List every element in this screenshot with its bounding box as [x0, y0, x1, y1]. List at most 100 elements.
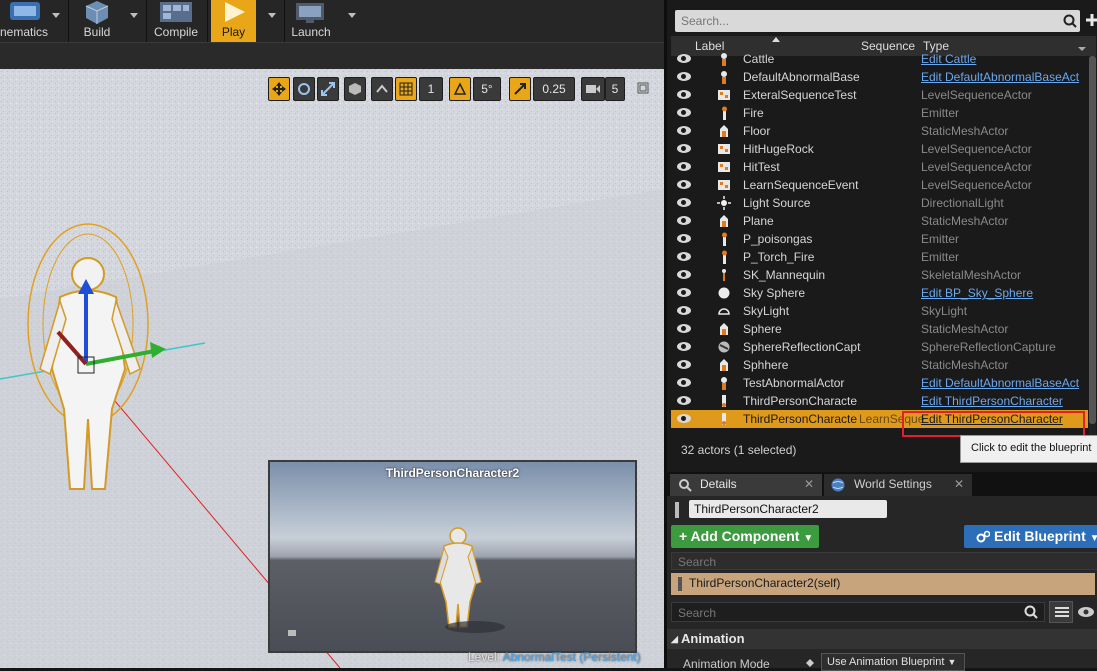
cinematics-dropdown-icon[interactable] [52, 13, 60, 18]
cinematics-button[interactable]: nematics [0, 0, 48, 42]
grid-snap-button[interactable] [395, 77, 417, 101]
actor-type: DirectionalLight [921, 196, 1004, 210]
outliner-scrollbar-thumb[interactable] [1089, 56, 1096, 424]
scale-mode-button[interactable] [317, 77, 339, 101]
visibility-eye-icon[interactable] [677, 378, 691, 387]
visibility-eye-icon[interactable] [677, 162, 691, 171]
level-viewport[interactable]: 1 5° 0.25 5 ThirdPersonCharacter2 Level:… [0, 69, 664, 668]
outliner-row[interactable]: TestAbnormalActor Edit DefaultAbnormalBas… [671, 374, 1088, 392]
outliner-row[interactable]: Floor StaticMeshActor [671, 122, 1088, 140]
emitter-icon [722, 232, 727, 246]
visibility-eye-icon[interactable] [677, 126, 691, 135]
outliner-row[interactable]: Fire Emitter [671, 104, 1088, 122]
outliner-row[interactable]: HitHugeRock LevelSequenceActor [671, 140, 1088, 158]
visibility-eye-icon[interactable] [677, 414, 691, 423]
build-dropdown-icon[interactable] [130, 13, 138, 18]
visibility-eye-icon[interactable] [677, 306, 691, 315]
maximize-viewport-button[interactable] [636, 81, 650, 95]
tab-world-settings-label: World Settings [854, 477, 932, 491]
property-matrix-button[interactable] [1049, 601, 1073, 623]
outliner-row[interactable]: P_Torch_Fire Emitter [671, 248, 1088, 266]
edit-blueprint-button[interactable]: Edit Blueprint ▼ [964, 525, 1097, 548]
outliner-row[interactable]: SkyLight SkyLight [671, 302, 1088, 320]
reset-to-default-icon[interactable] [805, 658, 815, 668]
translate-mode-button[interactable] [268, 77, 290, 101]
outliner-row[interactable]: Sky Sphere Edit BP_Sky_Sphere [671, 284, 1088, 302]
outliner-row[interactable]: LearnSequenceEvent LevelSequenceActor [671, 176, 1088, 194]
visibility-eye-icon[interactable] [677, 252, 691, 261]
outliner-row[interactable]: Sphere StaticMeshActor [671, 320, 1088, 338]
tab-details[interactable]: Details ✕ [670, 474, 822, 496]
visibility-eye-icon[interactable] [677, 216, 691, 225]
play-icon [225, 2, 245, 22]
launch-dropdown-icon[interactable] [348, 13, 356, 18]
visibility-eye-icon[interactable] [677, 324, 691, 333]
outliner-search-input[interactable]: Search... [675, 10, 1080, 32]
animation-mode-label: Animation Mode [683, 657, 770, 671]
animation-section-header[interactable]: ◢ Animation [667, 629, 1097, 649]
outliner-row[interactable]: Cattle Edit Cattle [671, 50, 1088, 68]
outliner-row[interactable]: ExteralSequenceTest LevelSequenceActor [671, 86, 1088, 104]
outliner-row[interactable]: SK_Mannequin SkeletalMeshActor [671, 266, 1088, 284]
search-icon [1024, 605, 1038, 619]
visibility-eye-icon[interactable] [677, 90, 691, 99]
outliner-row[interactable]: HitTest LevelSequenceActor [671, 158, 1088, 176]
eye-icon[interactable] [1077, 606, 1095, 618]
actor-type: StaticMeshActor [921, 358, 1009, 372]
edit-blueprint-link[interactable]: Edit BP_Sky_Sphere [921, 286, 1088, 300]
actor-icon [721, 377, 727, 390]
edit-blueprint-link[interactable]: Edit DefaultAbnormalBaseAct [921, 70, 1088, 84]
outliner-row[interactable]: ThirdPersonCharacte Edit ThirdPersonChara… [671, 392, 1088, 410]
surface-snap-button[interactable] [371, 77, 393, 101]
grid-snap-value[interactable]: 1 [419, 77, 443, 101]
tab-world-settings[interactable]: World Settings ✕ [824, 474, 972, 496]
visibility-eye-icon[interactable] [677, 270, 691, 279]
scale-snap-button[interactable] [509, 77, 531, 101]
scale-snap-value[interactable]: 0.25 [533, 77, 575, 101]
visibility-eye-icon[interactable] [677, 198, 691, 207]
build-button[interactable]: Build [72, 0, 122, 42]
edit-blueprint-link[interactable]: Edit ThirdPersonCharacter [921, 394, 1088, 408]
compile-button[interactable]: Compile [150, 0, 202, 42]
rotate-mode-button[interactable] [293, 77, 315, 101]
outliner-row[interactable]: Sphhere StaticMeshActor [671, 356, 1088, 374]
visibility-eye-icon[interactable] [677, 72, 691, 81]
actor-label: Sphere [743, 322, 782, 336]
visibility-eye-icon[interactable] [677, 360, 691, 369]
rotation-snap-button[interactable] [449, 77, 471, 101]
close-icon[interactable]: ✕ [804, 477, 814, 491]
close-icon[interactable]: ✕ [954, 477, 964, 491]
outliner-row[interactable]: DefaultAbnormalBase Edit DefaultAbnormalB… [671, 68, 1088, 86]
actor-name-field[interactable]: ThirdPersonCharacter2 [689, 500, 887, 518]
play-dropdown-icon[interactable] [268, 13, 276, 18]
visibility-eye-icon[interactable] [677, 54, 691, 63]
rotation-snap-value[interactable]: 5° [473, 77, 501, 101]
animation-mode-dropdown[interactable]: Use Animation Blueprint ▼ [821, 653, 965, 671]
visibility-eye-icon[interactable] [677, 234, 691, 243]
visibility-eye-icon[interactable] [677, 342, 691, 351]
edit-blueprint-link[interactable]: Edit Cattle [921, 52, 1088, 66]
outliner-row[interactable]: SphereReflectionCapt SphereReflectionCapt… [671, 338, 1088, 356]
component-search-input[interactable]: Search [671, 552, 1097, 570]
world-local-button[interactable] [344, 77, 366, 101]
visibility-eye-icon[interactable] [677, 108, 691, 117]
edit-blueprint-link[interactable]: Edit DefaultAbnormalBaseAct [921, 376, 1088, 390]
visibility-eye-icon[interactable] [677, 396, 691, 405]
camera-speed-button[interactable] [581, 77, 605, 101]
visibility-eye-icon[interactable] [677, 288, 691, 297]
add-component-button[interactable]: + Add Component ▼ [671, 525, 819, 548]
outliner-row[interactable]: Light Source DirectionalLight [671, 194, 1088, 212]
launch-button[interactable]: Launch [288, 0, 334, 42]
outliner-row[interactable]: Plane StaticMeshActor [671, 212, 1088, 230]
camera-preview: ThirdPersonCharacter2 [268, 460, 637, 653]
details-search-input[interactable]: Search [671, 602, 1045, 622]
play-button[interactable]: Play [211, 0, 256, 42]
add-actor-icon[interactable] [1085, 12, 1097, 28]
outliner-scrollbar[interactable] [1089, 56, 1096, 436]
outliner-row[interactable]: P_poisongas Emitter [671, 230, 1088, 248]
angle-icon [453, 82, 467, 95]
visibility-eye-icon[interactable] [677, 180, 691, 189]
component-self-row[interactable]: ThirdPersonCharacter2(self) [671, 573, 1095, 595]
camera-speed-value[interactable]: 5 [605, 77, 625, 101]
visibility-eye-icon[interactable] [677, 144, 691, 153]
